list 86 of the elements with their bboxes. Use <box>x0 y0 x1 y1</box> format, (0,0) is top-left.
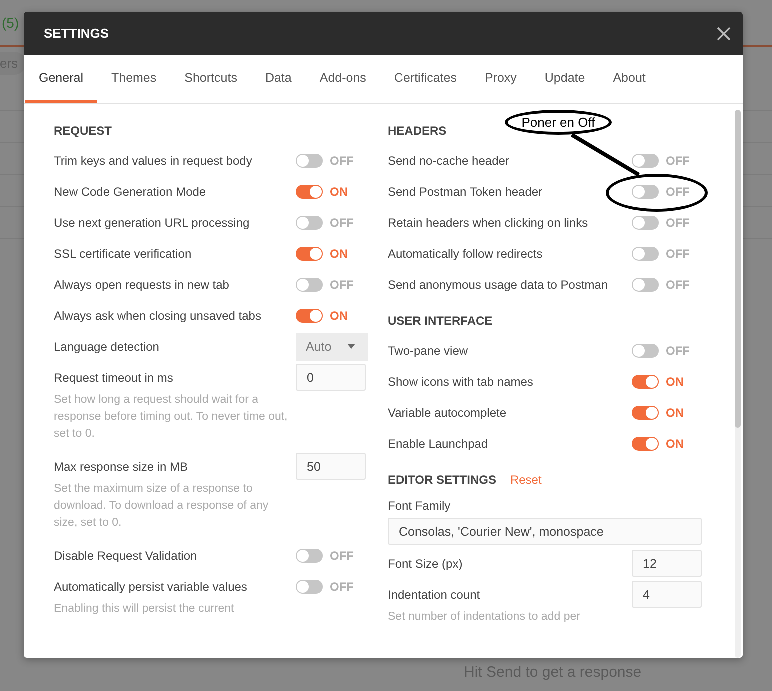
setting-label: Enable Launchpad <box>388 436 488 450</box>
section-heading: HEADERS <box>388 124 447 138</box>
toggle-switch[interactable] <box>632 436 659 450</box>
toggle-state: OFF <box>666 216 690 230</box>
toggle-state: OFF <box>666 184 690 198</box>
toggle-switch[interactable] <box>296 548 323 562</box>
tab-count: (5) <box>2 14 20 30</box>
setting-label: Always open requests in new tab <box>54 278 230 292</box>
tab[interactable]: Data <box>251 55 306 103</box>
section-heading: REQUEST <box>54 124 112 138</box>
toggle-switch[interactable] <box>632 216 659 230</box>
setting-label: Automatically follow redirects <box>388 246 543 260</box>
toggle-switch[interactable] <box>296 308 323 322</box>
toggle-state: OFF <box>330 154 354 168</box>
setting-label: Automatically persist variable values <box>54 580 248 594</box>
setting-description: Set the maximum size of a response to download. To download a response of any size, set to 0. <box>54 482 270 531</box>
leader-line <box>570 133 640 177</box>
setting-description: Set number of indentations to add per <box>388 610 582 625</box>
scrollbar-thumb[interactable] <box>735 110 741 428</box>
dialog-title: SETTINGS <box>44 26 110 41</box>
input-field[interactable]: 4 <box>632 581 702 608</box>
toggle-state: OFF <box>330 548 354 562</box>
toggle-switch[interactable] <box>296 580 323 594</box>
language-dropdown[interactable]: Auto <box>296 332 368 360</box>
tab[interactable]: Update <box>530 55 600 103</box>
setting-label: Disable Request Validation <box>54 548 198 562</box>
section-heading: EDITOR SETTINGS <box>388 473 496 487</box>
setting-label: Font Family <box>388 498 452 515</box>
toggle-switch[interactable] <box>296 278 323 292</box>
setting-label: Variable autocomplete <box>388 406 507 420</box>
toggle-state: OFF <box>666 344 690 358</box>
close-icon[interactable] <box>717 26 731 40</box>
tab[interactable]: General <box>25 55 98 103</box>
tab[interactable]: Certificates <box>380 55 471 103</box>
toggle-switch[interactable] <box>296 184 323 198</box>
toggle-state: OFF <box>330 580 354 594</box>
setting-label: Retain headers when clicking on links <box>388 216 588 230</box>
setting-description: Set how long a request should wait for a response before timing out. To never time out, set to 0. <box>54 393 289 442</box>
tab[interactable]: Add-ons <box>306 55 380 103</box>
tab[interactable]: Proxy <box>470 55 531 103</box>
toggle-switch[interactable] <box>632 374 659 388</box>
toggle-switch[interactable] <box>632 246 659 260</box>
setting-label: Font Size (px) <box>388 556 463 570</box>
toggle-state: ON <box>666 436 684 450</box>
toggle-state: OFF <box>330 216 354 230</box>
toggle-state: OFF <box>666 246 690 260</box>
setting-label: Language detection <box>54 340 160 354</box>
toggle-switch[interactable] <box>632 184 659 198</box>
setting-label: Show icons with tab names <box>388 374 534 388</box>
toggle-state: ON <box>330 308 348 322</box>
setting-label: Indentation count <box>388 588 480 602</box>
toggle-state: OFF <box>330 278 354 292</box>
setting-label: Send Postman Token header <box>388 184 543 198</box>
setting-label: SSL certificate verification <box>54 246 192 260</box>
input-field[interactable]: Consolas, 'Courier New', monospace <box>388 518 702 545</box>
toggle-state: ON <box>330 246 348 260</box>
caret-icon <box>347 344 356 349</box>
toggle-state: ON <box>330 184 348 198</box>
setting-label: New Code Generation Mode <box>54 184 206 198</box>
toggle-switch[interactable] <box>296 246 323 260</box>
input-field[interactable]: 0 <box>296 364 366 391</box>
toggle-switch[interactable] <box>296 216 323 230</box>
toggle-state: OFF <box>666 278 690 292</box>
setting-label: Trim keys and values in request body <box>54 154 252 168</box>
setting-label: Max response size in MB <box>54 460 188 474</box>
setting-label: Use next generation URL processing <box>54 216 250 230</box>
setting-label: Send no-cache header <box>388 154 510 168</box>
tab[interactable]: Shortcuts <box>170 55 252 103</box>
toggle-switch[interactable] <box>296 154 323 168</box>
setting-label: Always ask when closing unsaved tabs <box>54 308 262 322</box>
setting-label: Send anonymous usage data to Postman <box>388 278 608 292</box>
toggle-switch[interactable] <box>632 154 659 168</box>
toggle-switch[interactable] <box>632 278 659 292</box>
toggle-state: ON <box>666 406 684 420</box>
toggle-switch[interactable] <box>632 406 659 420</box>
toggle-state: OFF <box>666 154 690 168</box>
toggle-switch[interactable] <box>632 344 659 358</box>
input-field[interactable]: 12 <box>632 550 702 577</box>
section-heading: USER INTERFACE <box>388 314 493 328</box>
setting-label: Two-pane view <box>388 344 468 358</box>
toggle-state: ON <box>666 374 684 388</box>
tab[interactable]: About <box>599 55 660 103</box>
setting-description: Enabling this will persist the current <box>54 602 236 617</box>
setting-label: Request timeout in ms <box>54 370 174 384</box>
tab[interactable]: Themes <box>97 55 171 103</box>
input-field[interactable]: 50 <box>296 453 366 480</box>
